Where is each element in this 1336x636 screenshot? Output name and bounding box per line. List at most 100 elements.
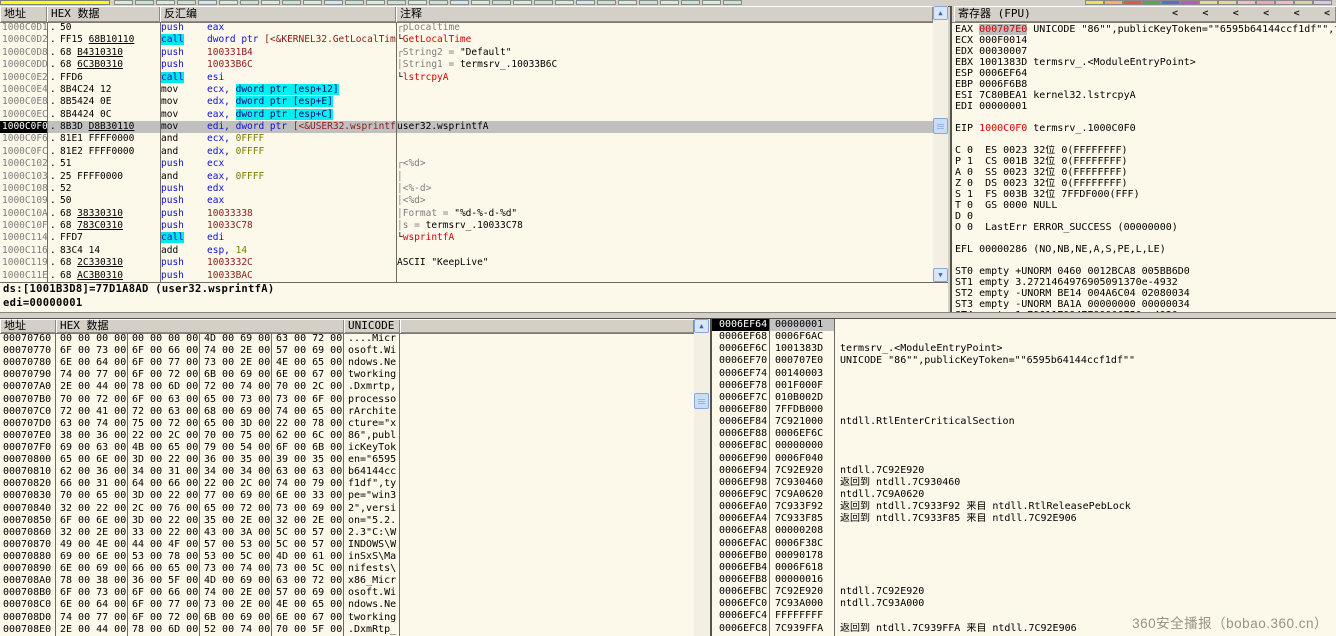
toolbar-button[interactable] <box>618 0 637 5</box>
toolbar-button[interactable] <box>1313 0 1332 5</box>
stack-row[interactable]: 0006EFBC7C92E920ntdll.7C92E920 <box>712 586 1336 598</box>
register-line[interactable]: ESP 0006EF64 <box>955 68 1336 79</box>
column-header-address[interactable]: 地址 <box>0 6 47 22</box>
toolbar-button[interactable] <box>681 0 700 5</box>
toolbar-button[interactable] <box>429 0 448 5</box>
column-header-dump-unicode[interactable]: UNICODE <box>344 319 400 333</box>
dump-row[interactable]: 000708B06F 00 73 006F 00 66 0074 00 2E 0… <box>0 587 694 599</box>
dump-row[interactable]: 0007080065 00 6E 003D 00 22 0036 00 35 0… <box>0 454 694 466</box>
stack-row[interactable]: 0006EF900006F040 <box>712 453 1336 465</box>
toolbar-button[interactable] <box>513 0 532 5</box>
toolbar-button[interactable] <box>1199 0 1218 5</box>
disassembly-pane[interactable]: 地址 HEX 数据 反汇编 注释 1000C0D1.50pusheax┌pLoc… <box>0 6 933 282</box>
toolbar-button[interactable] <box>219 0 238 5</box>
disasm-row[interactable]: 1000C109.50pusheax│<%d> <box>0 195 933 207</box>
toolbar-highlight-field[interactable] <box>0 0 110 5</box>
register-pane-chevron[interactable]: < <box>1202 6 1208 21</box>
disasm-row[interactable]: 1000C11E.68 AC3B0310push10033BAC <box>0 270 933 282</box>
disasm-row[interactable]: 1000C0EC.8B4424 0Cmoveax, dword ptr [esp… <box>0 109 933 121</box>
toolbar-button[interactable] <box>576 0 595 5</box>
dump-row[interactable]: 0007082066 00 31 0064 00 66 0022 00 2C 0… <box>0 478 694 490</box>
disasm-row[interactable]: 1000C0E8.8B5424 0Emovedx, dword ptr [esp… <box>0 96 933 108</box>
column-header-hex[interactable]: HEX 数据 <box>47 6 160 22</box>
dump-row[interactable]: 000708906E 00 69 0066 00 65 0073 00 74 0… <box>0 563 694 575</box>
register-line[interactable]: ST1 empty 3.2721464976905091370e-4932 <box>955 277 1336 288</box>
register-line[interactable]: EIP 1000C0F0 termsrv_.1000C0F0 <box>955 123 1336 134</box>
register-line[interactable]: ESI 7C80BEA1 kernel32.lstrcpyA <box>955 90 1336 101</box>
scroll-down-button[interactable]: ▼ <box>933 268 948 282</box>
stack-row[interactable]: 0006EFA800000208 <box>712 525 1336 537</box>
scroll-thumb[interactable] <box>933 118 948 134</box>
stack-row[interactable]: 0006EFC07C93A000ntdll.7C93A000 <box>712 598 1336 610</box>
toolbar-button[interactable] <box>1275 0 1294 5</box>
toolbar-button[interactable] <box>492 0 511 5</box>
disasm-row[interactable]: 1000C102.51pushecx┌<%d> <box>0 158 933 170</box>
disasm-row[interactable]: 1000C0D8.68 B4310310push100331B4┌String2… <box>0 47 933 59</box>
dump-row[interactable]: 0007088069 00 6E 0053 00 78 0053 00 5C 0… <box>0 551 694 563</box>
toolbar-button[interactable] <box>177 0 196 5</box>
register-line[interactable]: EAX 000707E0 UNICODE "86"",publicKeyToke… <box>955 24 1336 35</box>
scroll-up-button[interactable]: ▲ <box>933 6 948 20</box>
toolbar-button[interactable] <box>282 0 301 5</box>
scroll-thumb[interactable] <box>694 393 709 409</box>
stack-row[interactable]: 0006EF70000707E0UNICODE "86"",publicKeyT… <box>712 355 1336 367</box>
register-line[interactable]: EDI 00000001 <box>955 101 1336 112</box>
dump-row[interactable]: 000708E02E 00 44 0078 00 6D 0052 00 74 0… <box>0 624 694 636</box>
disasm-row[interactable]: 1000C0E4.8B4C24 12movecx, dword ptr [esp… <box>0 84 933 96</box>
dump-row[interactable]: 000707706F 00 73 006F 00 66 0074 00 2E 0… <box>0 345 694 357</box>
column-divider[interactable] <box>396 22 397 282</box>
stack-row[interactable]: 0006EF6C1001383Dtermsrv_.<ModuleEntryPoi… <box>712 343 1336 355</box>
stack-row[interactable]: 0006EF6400000001 <box>712 319 1336 331</box>
dump-row[interactable]: 0007084032 00 22 002C 00 76 0065 00 72 0… <box>0 503 694 515</box>
toolbar-button[interactable] <box>1256 0 1275 5</box>
register-pane-chevron[interactable]: < <box>1324 6 1330 21</box>
stack-row[interactable]: 0006EFB000090178 <box>712 550 1336 562</box>
register-line[interactable]: S 1 FS 003B 32位 7FFDF000(FFF) <box>955 189 1336 200</box>
toolbar-button[interactable] <box>324 0 343 5</box>
register-pane-chevron[interactable]: < <box>1263 6 1269 21</box>
dump-row[interactable]: 000707F069 00 63 004B 00 65 0079 00 54 0… <box>0 442 694 454</box>
column-header-dump-hex[interactable]: HEX 数据 <box>56 319 344 333</box>
stack-row[interactable]: 0006EF880006EF6C <box>712 428 1336 440</box>
column-divider[interactable] <box>160 22 161 282</box>
disasm-row[interactable]: 1000C0D2.FF15 68B10110calldword ptr [<&K… <box>0 34 933 46</box>
stack-row[interactable]: 0006EF847C921000ntdll.RtlEnterCriticalSe… <box>712 416 1336 428</box>
disasm-row[interactable]: 1000C0DD.68 6C3B0310push10033B6C│String1… <box>0 59 933 71</box>
pane-splitter[interactable] <box>0 312 1336 319</box>
stack-pane[interactable]: 0006EF64000000010006EF680006F6AC0006EF6C… <box>710 319 1336 636</box>
toolbar-button[interactable] <box>303 0 322 5</box>
toolbar-button[interactable] <box>156 0 175 5</box>
register-line[interactable]: ST0 empty +UNORM 0460 0012BCA8 005BB6D0 <box>955 266 1336 277</box>
register-line[interactable]: C 0 ES 0023 32位 0(FFFFFFFF) <box>955 145 1336 156</box>
register-line[interactable]: D 0 <box>955 211 1336 222</box>
disasm-row[interactable]: 1000C0E2.FFD6callesi└lstrcpyA <box>0 72 933 84</box>
dump-row[interactable]: 000707806E 00 64 006F 00 77 0073 00 2E 0… <box>0 357 694 369</box>
stack-row[interactable]: 0006EF680006F6AC <box>712 331 1336 343</box>
register-line[interactable]: ECX 000F0014 <box>955 35 1336 46</box>
column-header-comment[interactable]: 注释 <box>396 6 933 22</box>
toolbar-button[interactable] <box>1085 0 1104 5</box>
stack-row[interactable]: 0006EFAC0006F38C <box>712 538 1336 550</box>
dump-row[interactable]: 000707C072 00 41 0072 00 63 0068 00 69 0… <box>0 406 694 418</box>
stack-row[interactable]: 0006EFB40006F618 <box>712 562 1336 574</box>
register-pane-chevron[interactable]: < <box>1294 6 1300 21</box>
stack-row[interactable]: 0006EF9C7C9A0620ntdll.7C9A0620 <box>712 489 1336 501</box>
dump-row[interactable]: 0007076000 00 00 0000 00 00 004D 00 69 0… <box>0 333 694 345</box>
toolbar-button[interactable] <box>1123 0 1142 5</box>
toolbar-button[interactable] <box>1104 0 1123 5</box>
column-header-dump-address[interactable]: 地址 <box>0 319 56 333</box>
register-line[interactable]: P 1 CS 001B 32位 0(FFFFFFFF) <box>955 156 1336 167</box>
toolbar-button[interactable] <box>1218 0 1237 5</box>
toolbar-button[interactable] <box>1294 0 1313 5</box>
register-line[interactable]: A 0 SS 0023 32位 0(FFFFFFFF) <box>955 167 1336 178</box>
register-line[interactable]: EBP 0006F6B8 <box>955 79 1336 90</box>
register-line[interactable] <box>955 112 1336 123</box>
disasm-row[interactable]: 1000C0D1.50pusheax┌pLocaltime <box>0 22 933 34</box>
disasm-row[interactable]: 1000C0FC.81E2 FFFF0000andedx, 0FFFF <box>0 146 933 158</box>
column-divider[interactable] <box>47 22 48 282</box>
dump-row[interactable]: 0007079074 00 77 006F 00 72 006B 00 69 0… <box>0 369 694 381</box>
dump-row[interactable]: 000708C06E 00 64 006F 00 77 0073 00 2E 0… <box>0 599 694 611</box>
disasm-row[interactable]: 1000C108.52pushedx│<%-d> <box>0 183 933 195</box>
dump-pane[interactable]: 地址 HEX 数据 UNICODE 0007076000 00 00 0000 … <box>0 319 694 636</box>
stack-row[interactable]: 0006EF7400140003 <box>712 368 1336 380</box>
